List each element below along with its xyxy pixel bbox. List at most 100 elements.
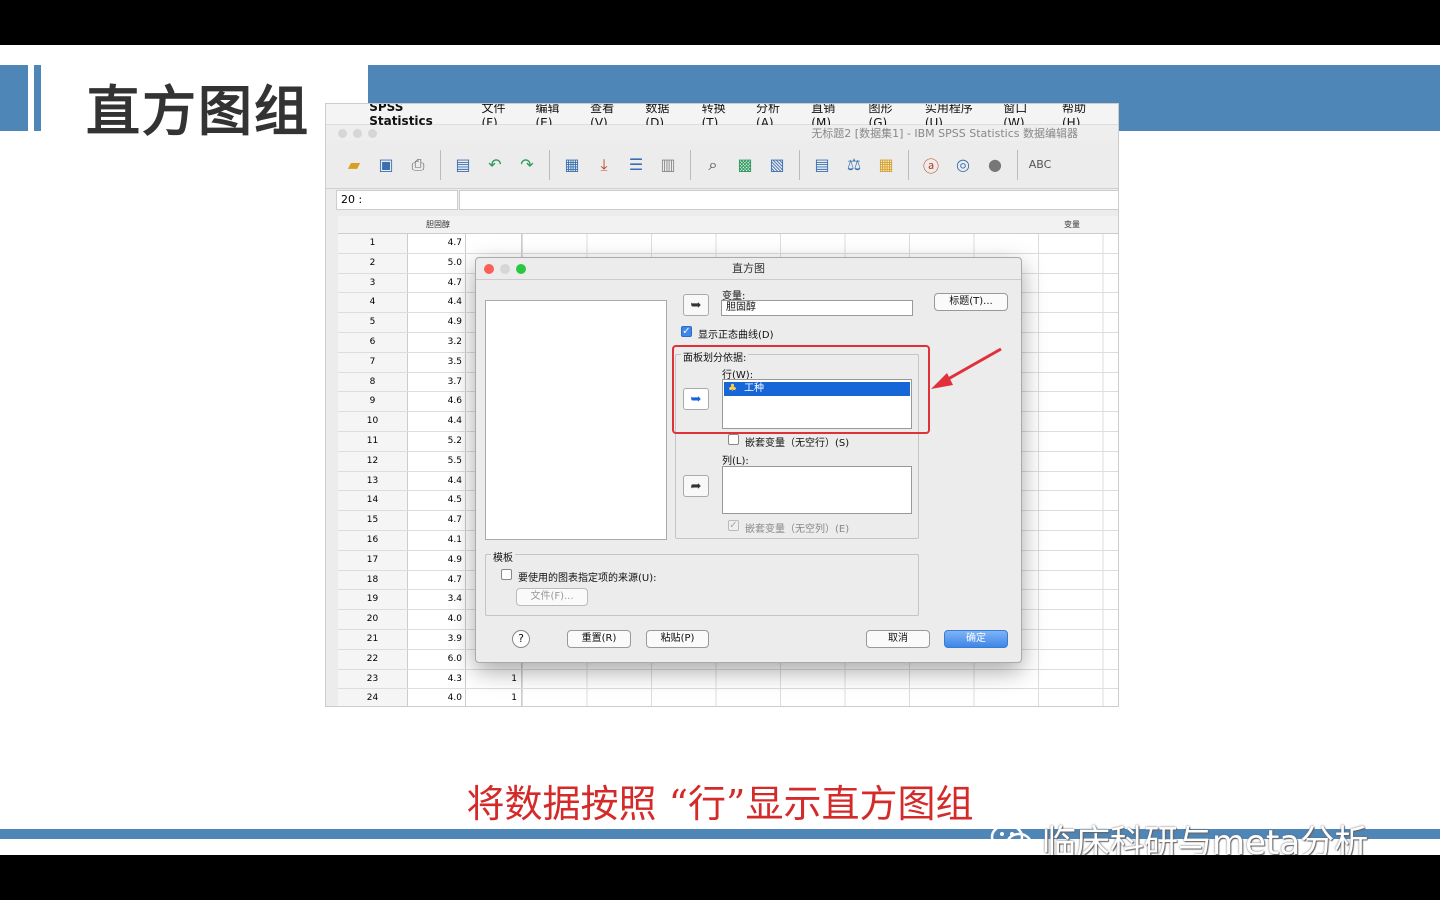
empty-cells[interactable] xyxy=(522,689,1118,706)
cell-group[interactable]: 1 xyxy=(466,689,522,706)
cell-cholesterol[interactable]: 3.7 xyxy=(408,372,466,392)
reset-button[interactable]: 重置(R) xyxy=(567,630,631,648)
row-number[interactable]: 24 xyxy=(338,689,408,706)
redo-icon[interactable]: ↷ xyxy=(513,151,541,179)
row-number[interactable]: 16 xyxy=(338,530,408,550)
cell-cholesterol[interactable]: 5.5 xyxy=(408,451,466,471)
file-button[interactable]: 文件(F)... xyxy=(516,588,588,606)
row-number[interactable]: 15 xyxy=(338,511,408,530)
row-number[interactable]: 11 xyxy=(338,431,408,451)
row-number[interactable]: 10 xyxy=(338,412,408,431)
help-button[interactable]: ? xyxy=(512,630,530,648)
row-number[interactable]: 21 xyxy=(338,629,408,649)
row-number[interactable]: 22 xyxy=(338,649,408,669)
insert-cases-icon[interactable]: ▩ xyxy=(731,151,759,179)
cell-cholesterol[interactable]: 4.4 xyxy=(408,293,466,313)
empty-cells[interactable] xyxy=(522,669,1118,689)
table-row[interactable]: 23 4.3 1 xyxy=(338,669,1118,690)
dialog-minimize-dot[interactable] xyxy=(500,264,510,274)
move-to-columns-button[interactable]: ➦ xyxy=(683,475,709,497)
table-row[interactable]: 24 4.0 1 xyxy=(338,689,1118,706)
show-all-icon[interactable]: ● xyxy=(981,151,1009,179)
use-sets-icon[interactable]: ◎ xyxy=(949,151,977,179)
cell-editor-input[interactable] xyxy=(459,190,1118,210)
column-header-cholesterol[interactable]: 胆固醇 xyxy=(426,219,450,230)
cell-cholesterol[interactable]: 5.2 xyxy=(408,431,466,451)
row-number[interactable]: 3 xyxy=(338,273,408,293)
source-variable-list[interactable] xyxy=(485,300,667,540)
cell-cholesterol[interactable]: 4.4 xyxy=(408,412,466,431)
nest-columns-checkbox[interactable]: ✓ xyxy=(728,520,739,531)
columns-list[interactable] xyxy=(722,466,912,514)
row-number[interactable]: 5 xyxy=(338,313,408,332)
dialog-recall-icon[interactable]: ▤ xyxy=(449,151,477,179)
variables-icon[interactable]: ☰ xyxy=(622,151,650,179)
cell-cholesterol[interactable]: 4.7 xyxy=(408,234,466,253)
split-file-icon[interactable]: ▤ xyxy=(808,151,836,179)
row-number[interactable]: 7 xyxy=(338,352,408,372)
dialog-close-dot[interactable] xyxy=(484,264,494,274)
select-cases-icon[interactable]: ▦ xyxy=(872,151,900,179)
paste-button[interactable]: 粘贴(P) xyxy=(646,630,709,648)
variable-field[interactable]: 胆固醇 xyxy=(721,300,913,316)
row-number[interactable]: 14 xyxy=(338,491,408,511)
goto-variable-icon[interactable]: ⤓ xyxy=(590,151,618,179)
cell-cholesterol[interactable]: 4.0 xyxy=(408,689,466,706)
cell-cholesterol[interactable]: 4.1 xyxy=(408,530,466,550)
cell-cholesterol[interactable]: 4.6 xyxy=(408,392,466,412)
cell-group[interactable]: 1 xyxy=(466,669,522,689)
titles-button[interactable]: 标题(T)... xyxy=(934,293,1008,311)
cell-cholesterol[interactable]: 5.0 xyxy=(408,253,466,273)
zoom-dot[interactable] xyxy=(368,129,377,138)
row-number[interactable]: 8 xyxy=(338,372,408,392)
open-folder-icon[interactable]: ▰ xyxy=(340,151,368,179)
row-number[interactable]: 20 xyxy=(338,610,408,629)
cell-cholesterol[interactable]: 4.4 xyxy=(408,471,466,491)
row-number[interactable]: 17 xyxy=(338,550,408,570)
row-number[interactable]: 4 xyxy=(338,293,408,313)
undo-icon[interactable]: ↶ xyxy=(481,151,509,179)
cell-cholesterol[interactable]: 4.9 xyxy=(408,313,466,332)
minimize-dot[interactable] xyxy=(353,129,362,138)
column-header-var[interactable]: 变量 xyxy=(1064,219,1080,230)
weight-cases-icon[interactable]: ⚖ xyxy=(840,151,868,179)
row-number[interactable]: 2 xyxy=(338,253,408,273)
row-number[interactable]: 1 xyxy=(338,234,408,253)
cell-cholesterol[interactable]: 3.4 xyxy=(408,590,466,610)
table-row[interactable]: 1 4.7 xyxy=(338,234,1118,254)
split-icon[interactable]: ▥ xyxy=(654,151,682,179)
row-number[interactable]: 18 xyxy=(338,570,408,590)
cell-group[interactable] xyxy=(466,234,522,253)
cell-cholesterol[interactable]: 3.2 xyxy=(408,332,466,352)
cell-cholesterol[interactable]: 6.0 xyxy=(408,649,466,669)
cell-cholesterol[interactable]: 4.5 xyxy=(408,491,466,511)
template-checkbox[interactable] xyxy=(501,569,512,580)
cell-cholesterol[interactable]: 4.3 xyxy=(408,669,466,689)
cell-reference[interactable]: 20 : xyxy=(336,190,458,210)
value-labels-icon[interactable]: ⓐ xyxy=(917,151,945,179)
cancel-button[interactable]: 取消 xyxy=(866,630,930,648)
normal-curve-checkbox[interactable]: ✓ xyxy=(681,326,692,337)
print-icon[interactable]: ⎙ xyxy=(404,151,432,179)
find-icon[interactable]: ⌕ xyxy=(699,151,727,179)
nest-rows-checkbox[interactable] xyxy=(728,434,739,445)
insert-variable-icon[interactable]: ▧ xyxy=(763,151,791,179)
ok-button[interactable]: 确定 xyxy=(944,630,1008,648)
cell-cholesterol[interactable]: 4.7 xyxy=(408,511,466,530)
row-number[interactable]: 6 xyxy=(338,332,408,352)
cell-cholesterol[interactable]: 4.0 xyxy=(408,610,466,629)
row-number[interactable]: 9 xyxy=(338,392,408,412)
row-number[interactable]: 12 xyxy=(338,451,408,471)
goto-case-icon[interactable]: ▦ xyxy=(558,151,586,179)
cell-cholesterol[interactable]: 4.9 xyxy=(408,550,466,570)
empty-cells[interactable] xyxy=(522,234,1118,253)
close-dot[interactable] xyxy=(338,129,347,138)
row-number[interactable]: 13 xyxy=(338,471,408,491)
dialog-zoom-dot[interactable] xyxy=(516,264,526,274)
cell-cholesterol[interactable]: 4.7 xyxy=(408,273,466,293)
row-number[interactable]: 23 xyxy=(338,669,408,689)
cell-cholesterol[interactable]: 4.7 xyxy=(408,570,466,590)
cell-cholesterol[interactable]: 3.9 xyxy=(408,629,466,649)
row-number[interactable]: 19 xyxy=(338,590,408,610)
cell-cholesterol[interactable]: 3.5 xyxy=(408,352,466,372)
